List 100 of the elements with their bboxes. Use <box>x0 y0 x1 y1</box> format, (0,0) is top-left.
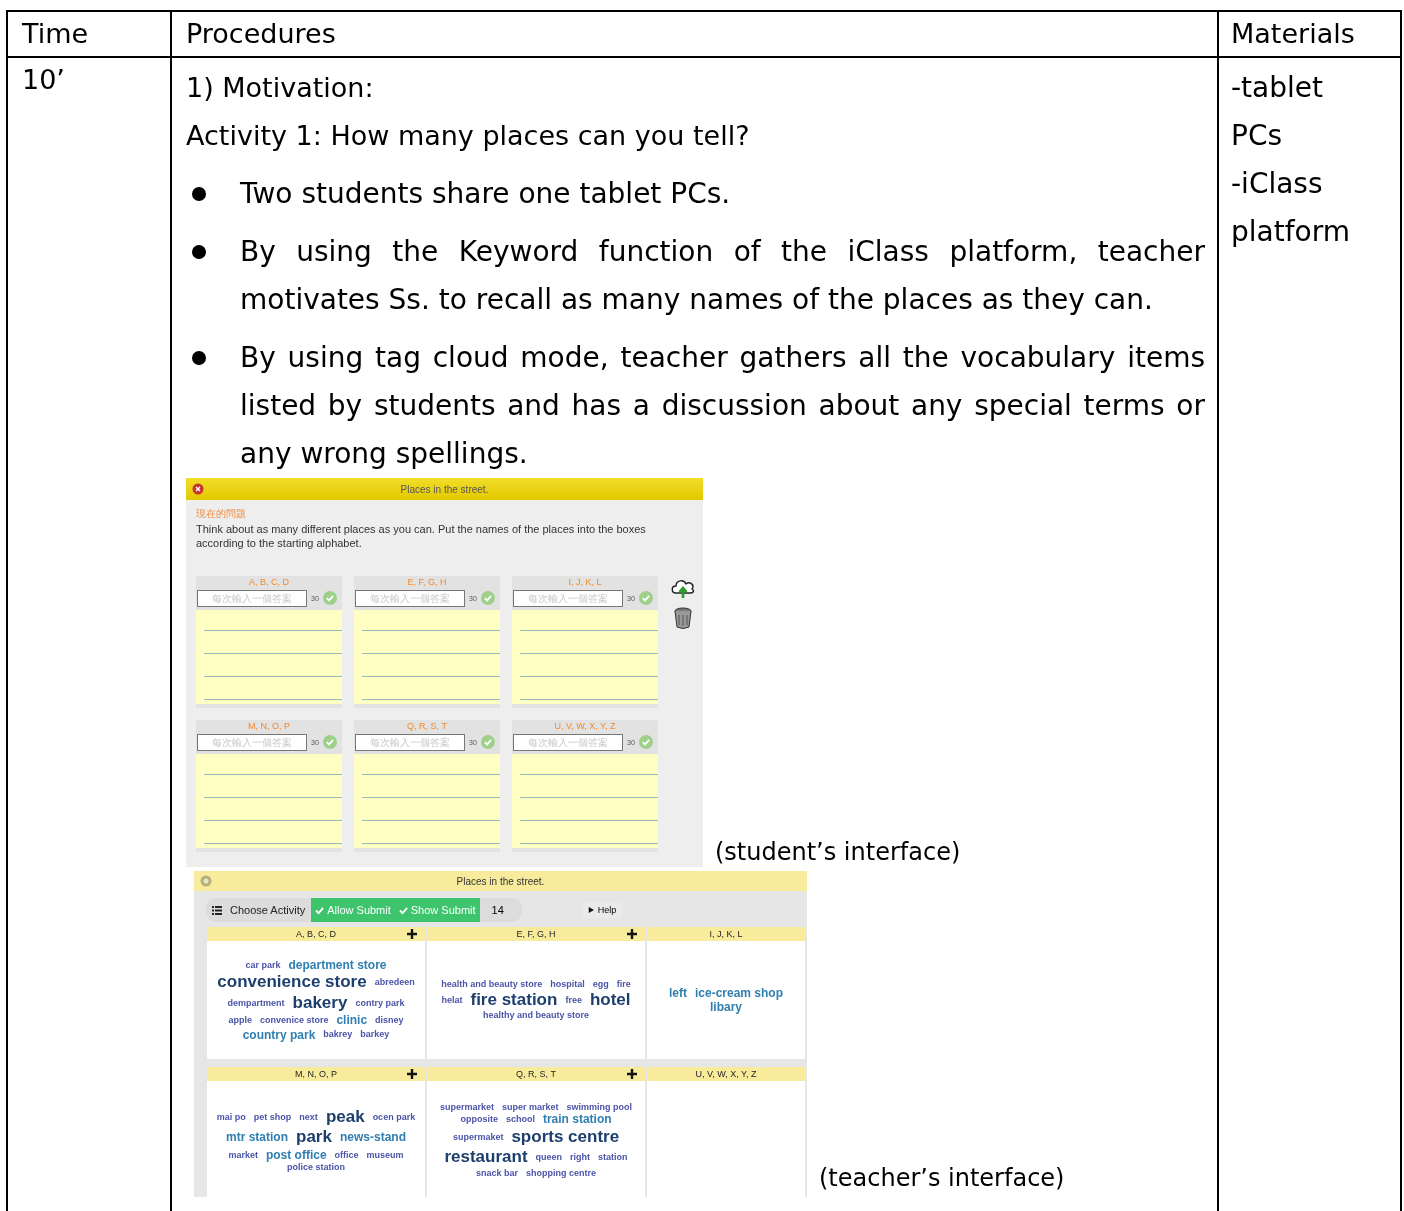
tag-word: department store <box>288 958 387 973</box>
tag-word: supermaket <box>452 1131 504 1143</box>
check-icon[interactable] <box>322 591 337 605</box>
activity-title: Activity 1: How many places can you tell? <box>186 119 751 153</box>
tag-word: opposite <box>460 1114 498 1125</box>
tag-word: apple <box>228 1015 252 1026</box>
question-label: 現在的問題 <box>196 508 247 520</box>
tag-word: next <box>299 1111 318 1123</box>
tag-word: shopping centre <box>526 1167 596 1179</box>
bullet-text: Two students share one tablet PCs. <box>240 176 731 212</box>
column-header: Time <box>22 18 89 49</box>
tag-word: sports centre <box>511 1126 620 1148</box>
bullet-text: By using the Keyword function of the iClass platform, teacher motivates Ss. to recall as many names of the places as they can. <box>240 234 1205 318</box>
check-icon[interactable] <box>480 735 495 749</box>
check-icon <box>315 905 325 915</box>
tag-word: country park <box>242 1027 316 1042</box>
plus-icon[interactable] <box>407 1069 417 1079</box>
tag-word: fire <box>616 979 631 990</box>
category-label: A, B, C, D <box>248 576 290 588</box>
tag-word: convenience store <box>217 972 367 993</box>
material-text: -iClass platform <box>1231 166 1351 250</box>
time-text: 10’ <box>22 64 65 95</box>
tag-word: health and beauty store <box>441 979 543 990</box>
bullet-icon <box>192 351 206 365</box>
tag-word: ice-cream shop <box>694 985 783 1000</box>
choose-activity-button[interactable]: Choose Activity <box>212 898 312 922</box>
tag-word: helat <box>441 994 463 1006</box>
bullet-icon <box>192 187 206 201</box>
window-title: Places in the street. <box>456 875 545 887</box>
plus-icon[interactable] <box>627 1069 637 1079</box>
tag-word: ocen park <box>372 1111 416 1123</box>
tag-word: bakrey <box>323 1029 353 1041</box>
column-label: Q, R, S, T <box>516 1069 556 1079</box>
tag-word: car park <box>245 959 281 971</box>
tag-word: disney <box>375 1015 404 1026</box>
screenshot-caption: (teacher’s interface) <box>819 1163 1065 1193</box>
material-text: -tablet PCs <box>1231 70 1324 154</box>
tag-word: queen <box>535 1152 563 1163</box>
check-icon[interactable] <box>638 591 653 605</box>
play-icon <box>587 907 594 913</box>
bullet-icon <box>192 245 206 259</box>
tag-word: supermarket <box>439 1101 494 1113</box>
tag-word: snack bar <box>475 1167 518 1179</box>
category-label: I, J, K, L <box>567 576 603 588</box>
tag-word: contry park <box>355 997 405 1009</box>
tag-word: station <box>598 1152 628 1163</box>
tag-word: school <box>505 1114 535 1125</box>
category-label: Q, R, S, T <box>406 720 448 732</box>
tag-word: egg <box>592 979 609 990</box>
plus-icon[interactable] <box>407 929 417 939</box>
category-label: M, N, O, P <box>247 720 291 732</box>
column-label: U, V, W, X, Y, Z <box>695 1069 757 1079</box>
tag-word: free <box>565 994 582 1006</box>
check-icon[interactable] <box>322 735 337 749</box>
tag-word: hotel <box>589 989 631 1011</box>
tag-word: super market <box>502 1101 559 1113</box>
tag-word: restaurant <box>444 1147 528 1168</box>
tag-word: park <box>296 1127 332 1148</box>
list-icon <box>212 905 222 915</box>
step-heading: 1) Motivation: <box>186 71 375 105</box>
tag-word: convenice store <box>259 1015 329 1026</box>
tag-word: police station <box>287 1162 345 1173</box>
tag-word: office <box>334 1149 359 1161</box>
tag-word: post office <box>265 1147 327 1163</box>
tag-word: libary <box>710 1000 742 1015</box>
check-icon[interactable] <box>480 591 495 605</box>
column-label: A, B, C, D <box>296 929 336 939</box>
bullet-text: By using tag cloud mode, teacher gathers all the vocabulary items listed by students and has a discussion about any special terms or any wrong spellings. <box>240 340 1205 472</box>
tag-word: pet shop <box>253 1111 292 1123</box>
category-label: E, F, G, H <box>406 576 448 588</box>
close-icon[interactable] <box>192 483 204 495</box>
column-label: I, J, K, L <box>709 929 743 939</box>
window-title: Places in the street. <box>400 483 489 495</box>
tag-word: market <box>228 1149 258 1161</box>
question-text: Think about as many different places as you can. Put the names of the places into the boxes according to the starting alphabet. <box>196 522 647 550</box>
column-label: M, N, O, P <box>295 1069 337 1079</box>
submission-count: 14 <box>491 904 504 916</box>
tag-word: clinic <box>336 1013 368 1028</box>
tag-word: train station <box>542 1112 612 1127</box>
tag-word: left <box>668 985 687 1000</box>
tag-word: right <box>570 1152 591 1163</box>
help-button[interactable]: Help <box>581 902 623 918</box>
tag-word: peak <box>325 1107 365 1128</box>
screenshot-caption: (student’s interface) <box>715 837 961 867</box>
column-header: Materials <box>1231 18 1355 49</box>
column-header: Procedures <box>186 18 336 49</box>
tag-word: abredeen <box>374 977 415 988</box>
tag-word: swimming pool <box>566 1101 633 1113</box>
tag-word: news-stand <box>339 1130 406 1145</box>
tag-word: mtr station <box>226 1130 289 1145</box>
tag-word: hospital <box>550 979 585 990</box>
tag-word: museum <box>366 1149 404 1161</box>
check-icon <box>398 905 408 915</box>
tag-word: dempartment <box>227 997 285 1009</box>
tag-word: fire station <box>470 989 558 1011</box>
tag-word: bakery <box>292 992 348 1014</box>
tag-word: mai po <box>216 1111 246 1123</box>
tag-word: healthy and beauty store <box>483 1010 589 1021</box>
check-icon[interactable] <box>638 735 653 749</box>
plus-icon[interactable] <box>627 929 637 939</box>
